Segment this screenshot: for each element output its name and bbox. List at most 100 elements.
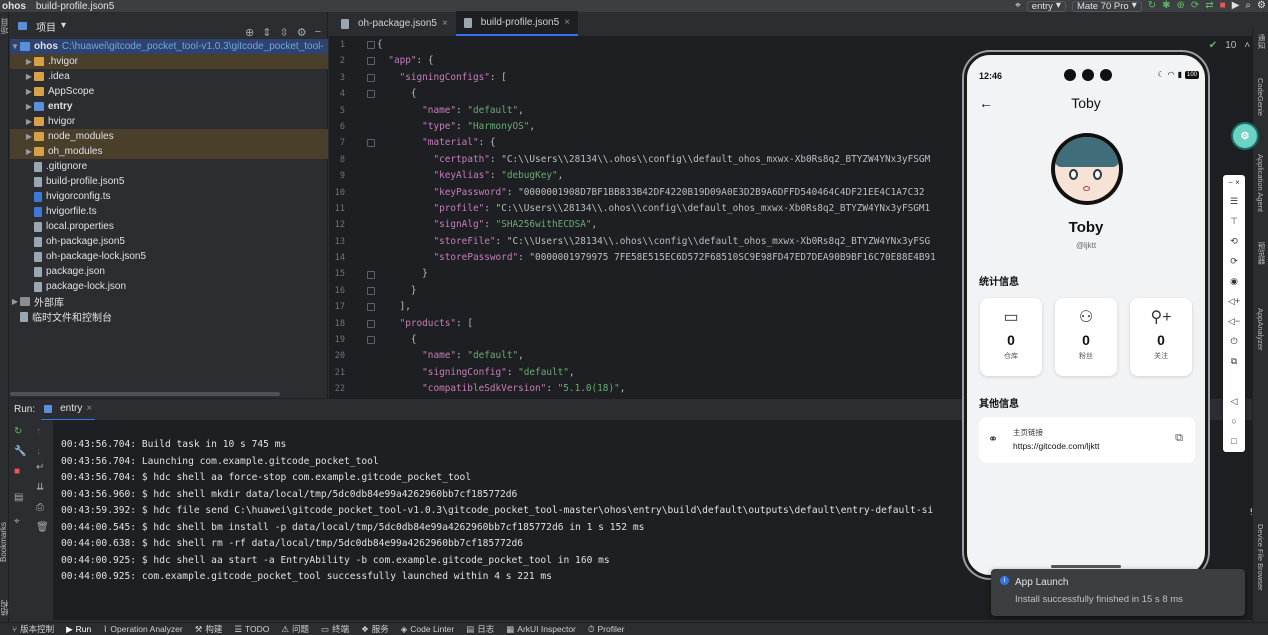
target-icon[interactable]: ⌖ xyxy=(1015,1,1021,11)
stat-card-following[interactable]: ⚲+ 0 关注 xyxy=(1130,298,1192,376)
stop-icon[interactable]: ■ xyxy=(1220,1,1226,11)
fold-icon[interactable] xyxy=(367,303,375,312)
tree-item[interactable]: package-lock.json xyxy=(10,279,328,294)
home-nav-icon[interactable]: ○ xyxy=(1223,416,1245,426)
expand-all-icon[interactable]: ⇕ xyxy=(262,26,271,39)
chevron-down-icon[interactable]: ▼ xyxy=(10,42,20,51)
right-tool-tab[interactable]: Device File Browser xyxy=(1256,524,1265,591)
tree-item[interactable]: ▶ .idea xyxy=(10,69,328,84)
link-url[interactable]: https://gitcode.com/ljktt xyxy=(1013,441,1099,451)
fold-icon[interactable] xyxy=(367,139,375,148)
right-tool-tab[interactable]: Application Agent xyxy=(1256,154,1265,212)
recents-nav-icon[interactable]: □ xyxy=(1223,436,1245,446)
volume-down-icon[interactable]: ◁− xyxy=(1223,316,1245,327)
chevron-right-icon[interactable]: ▶ xyxy=(24,117,34,126)
rotate-icon[interactable]: ⟲ xyxy=(1223,236,1245,247)
device-select[interactable]: Mate 70 Pro ▾ xyxy=(1071,0,1142,12)
fold-icon[interactable] xyxy=(367,73,375,82)
project-hscrollbar[interactable] xyxy=(10,392,280,396)
stat-card-followers[interactable]: ⚇ 0 粉丝 xyxy=(1055,298,1117,376)
apply-code-icon[interactable]: ⇄ xyxy=(1205,1,1213,11)
rerun-icon[interactable]: ↻ xyxy=(14,426,22,437)
close-icon[interactable]: × xyxy=(442,18,448,29)
project-name[interactable]: ohos xyxy=(0,1,30,12)
pin-icon[interactable]: ⌖ xyxy=(14,516,20,527)
apply-changes-icon[interactable]: ⟳ xyxy=(1191,1,1199,11)
external-link-icon[interactable]: ⧉ xyxy=(1175,432,1183,445)
tree-root[interactable]: ▼ ohos C:\huawei\gitcode_pocket_tool-v1.… xyxy=(10,39,328,54)
gear-icon[interactable]: ⚙ xyxy=(297,26,307,39)
rotate-right-icon[interactable]: ⟳ xyxy=(1223,256,1245,267)
tab-oh-package[interactable]: oh-package.json5 × xyxy=(333,11,456,36)
chevron-down-icon[interactable]: ▾ xyxy=(61,21,66,31)
close-icon[interactable]: × xyxy=(564,17,570,28)
tree-item[interactable]: hvigorfile.ts xyxy=(10,204,328,219)
tree-scratches[interactable]: 临时文件和控制台 xyxy=(10,309,328,324)
bottom-tab[interactable]: ⌇ Operation Analyzer xyxy=(103,624,182,635)
bookmarks-tool-tab[interactable]: Bookmarks xyxy=(0,522,8,562)
fold-icon[interactable] xyxy=(367,270,375,279)
chevron-right-icon[interactable]: ▶ xyxy=(24,147,34,156)
tree-item[interactable]: ▶ .hvigor xyxy=(10,54,328,69)
bottom-tab[interactable]: ⑂ 版本控制 xyxy=(12,623,54,635)
rerun-icon[interactable]: ↻ xyxy=(1148,1,1156,11)
tree-item[interactable]: ▶ node_modules xyxy=(10,129,328,144)
bottom-tab[interactable]: ❖ 服务 xyxy=(361,623,389,635)
screenshot-icon[interactable]: ◉ xyxy=(1223,276,1245,287)
bottom-tab[interactable]: ▭ 终端 xyxy=(321,623,349,635)
tree-item[interactable]: package.json xyxy=(10,264,328,279)
stop-icon[interactable]: ■ xyxy=(14,466,20,477)
profile-icon[interactable]: ▶ xyxy=(1232,1,1240,11)
chevron-right-icon[interactable]: ▶ xyxy=(10,297,20,306)
gear-icon[interactable]: ⚙ xyxy=(1257,1,1266,11)
tree-external-libs[interactable]: ▶ 外部库 xyxy=(10,294,328,309)
minimize-icon[interactable]: − × xyxy=(1223,178,1245,187)
search-icon[interactable]: ⌕ xyxy=(1245,1,1251,11)
back-arrow-icon[interactable]: ← xyxy=(979,95,993,111)
arrow-down-icon[interactable]: ↓ xyxy=(36,446,41,457)
volume-up-icon[interactable]: ◁+ xyxy=(1223,296,1245,307)
close-icon[interactable]: × xyxy=(86,403,92,414)
tree-item[interactable]: hvigorconfig.ts xyxy=(10,189,328,204)
pin-top-icon[interactable]: ⊤ xyxy=(1223,216,1245,227)
tree-item[interactable]: ▶ entry xyxy=(10,99,328,114)
chevron-right-icon[interactable]: ▶ xyxy=(24,102,34,111)
tree-item[interactable]: ▶ oh_modules xyxy=(10,144,328,159)
wrench-icon[interactable]: 🔧 xyxy=(14,446,26,457)
bottom-tab[interactable]: ◈ Code Linter xyxy=(401,624,455,635)
chevron-right-icon[interactable]: ▶ xyxy=(24,72,34,81)
menu-icon[interactable]: ☰ xyxy=(1223,196,1245,207)
layout-icon[interactable]: ▤ xyxy=(14,492,23,503)
right-tool-tab[interactable]: 通知 xyxy=(1256,34,1267,49)
bottom-tab[interactable]: ▤ 日志 xyxy=(466,623,494,635)
homepage-link-card[interactable]: ⚭ 主页链接 https://gitcode.com/ljktt ⧉ xyxy=(979,417,1195,463)
tree-item[interactable]: oh-package.json5 xyxy=(10,234,328,249)
back-nav-icon[interactable]: ◁ xyxy=(1223,396,1245,407)
tree-item[interactable]: .gitignore xyxy=(10,159,328,174)
arrow-up-icon[interactable]: ↑ xyxy=(36,426,41,437)
bottom-tab[interactable]: ▦ ArkUI Inspector xyxy=(506,624,576,635)
app-launch-notification[interactable]: i App Launch Install successfully finish… xyxy=(991,569,1245,616)
codegenie-floating-icon[interactable]: ⚙ xyxy=(1231,122,1259,150)
fold-icon[interactable] xyxy=(367,319,375,328)
home-indicator[interactable] xyxy=(1051,565,1121,568)
chevron-right-icon[interactable]: ▶ xyxy=(24,87,34,96)
tree-item[interactable]: oh-package-lock.json5 xyxy=(10,249,328,264)
fold-icon[interactable] xyxy=(367,41,375,49)
tree-item[interactable]: build-profile.json5 xyxy=(10,174,328,189)
minimize-icon[interactable]: − xyxy=(315,26,321,39)
fold-icon[interactable]: ⧉ xyxy=(1223,356,1245,367)
locate-icon[interactable]: ⊕ xyxy=(245,26,254,39)
project-tool-tab[interactable]: 项目 xyxy=(0,18,10,34)
bottom-tab[interactable]: ⚠ 问题 xyxy=(281,623,309,635)
power-icon[interactable]: ⏻ xyxy=(1223,336,1245,347)
right-tool-tab[interactable]: CodeGenie xyxy=(1256,78,1265,116)
fold-icon[interactable] xyxy=(367,336,375,345)
right-tool-tab[interactable]: AppAnalyzer xyxy=(1256,308,1265,351)
tab-build-profile[interactable]: build-profile.json5 × xyxy=(455,11,579,36)
bottom-tab[interactable]: ☰ TODO xyxy=(234,624,269,635)
chevron-right-icon[interactable]: ▶ xyxy=(24,57,34,66)
bottom-tab[interactable]: ▶ Run xyxy=(66,624,91,635)
fold-icon[interactable] xyxy=(367,57,375,66)
scroll-end-icon[interactable]: ⇊ xyxy=(36,482,44,493)
